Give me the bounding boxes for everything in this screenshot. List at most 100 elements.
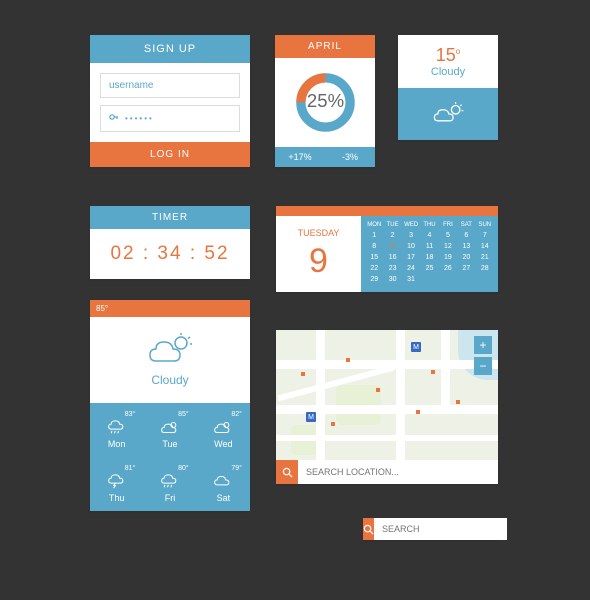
calendar-header-bar: [276, 206, 498, 216]
map-search-input[interactable]: [298, 460, 498, 484]
calendar-day-cell[interactable]: 9: [383, 242, 401, 251]
calendar-day-cell[interactable]: 13: [457, 242, 475, 251]
calendar-rows: 1234567891011121314151617181920212223242…: [365, 231, 494, 284]
weather-big-condition: Cloudy: [151, 373, 188, 387]
calendar-day-cell[interactable]: 31: [402, 275, 420, 284]
forecast-cell[interactable]: 85° Tue: [143, 403, 196, 457]
calendar-day-cell[interactable]: 10: [402, 242, 420, 251]
search-bar: [363, 518, 498, 540]
calendar-day-cell: [439, 275, 457, 284]
password-dots: ••••••: [125, 114, 154, 123]
calendar-day-cell[interactable]: 4: [420, 231, 438, 240]
username-field[interactable]: username: [100, 73, 240, 98]
forecast-day: Mon: [108, 439, 126, 449]
timer-title: TIMER: [90, 206, 250, 229]
forecast-day: Sat: [217, 493, 231, 503]
search-input[interactable]: [374, 518, 507, 540]
search-icon: [363, 524, 374, 535]
calendar-day-cell[interactable]: 15: [365, 253, 383, 262]
calendar-grid: MONTUEWEDTHUFRISATSUN 123456789101112131…: [361, 216, 498, 292]
forecast-cell[interactable]: 83° Mon: [90, 403, 143, 457]
calendar-dow-cell: FRI: [439, 222, 457, 228]
calendar-day-cell[interactable]: 16: [383, 253, 401, 262]
map-card: M M + −: [276, 330, 498, 484]
signup-card: SIGN UP username •••••• LOG IN: [90, 35, 250, 167]
calendar-day-cell[interactable]: 24: [402, 264, 420, 273]
calendar-day-cell[interactable]: 14: [476, 242, 494, 251]
weather-small-icon-area: [398, 88, 498, 140]
zoom-in-button[interactable]: +: [474, 336, 492, 354]
login-button[interactable]: LOG IN: [90, 142, 250, 167]
cloud-sun-icon: [146, 333, 194, 367]
forecast-temp: 80°: [178, 465, 189, 472]
forecast-cell[interactable]: 81°Thu: [90, 457, 143, 511]
calendar-day-cell[interactable]: 18: [420, 253, 438, 262]
metro-icon: M: [411, 342, 421, 352]
calendar-day-cell[interactable]: 7: [476, 231, 494, 240]
weather-big-bar: 85°: [90, 300, 250, 317]
calendar-dow-cell: SUN: [476, 222, 494, 228]
donut-month: APRIL: [275, 35, 375, 58]
donut-minus: -3%: [325, 147, 375, 167]
calendar-big-day: TUESDAY 9: [276, 216, 361, 292]
calendar-dow-cell: MON: [365, 222, 383, 228]
calendar-dow-cell: SAT: [457, 222, 475, 228]
forecast-day: Fri: [165, 493, 176, 503]
calendar-day-cell[interactable]: 17: [402, 253, 420, 262]
calendar-dow-cell: THU: [420, 222, 438, 228]
calendar-day-cell[interactable]: 28: [476, 264, 494, 273]
calendar-day-cell: [476, 275, 494, 284]
calendar-day-cell[interactable]: 25: [420, 264, 438, 273]
forecast-temp: 82°: [231, 411, 242, 418]
map-search-bar: [276, 460, 498, 484]
calendar-dow: MONTUEWEDTHUFRISATSUN: [365, 222, 494, 228]
calendar-day-cell[interactable]: 23: [383, 264, 401, 273]
zoom-out-button[interactable]: −: [474, 357, 492, 375]
calendar-day-cell[interactable]: 21: [476, 253, 494, 262]
calendar-day-cell[interactable]: 12: [439, 242, 457, 251]
weather-small-condition: Cloudy: [398, 66, 498, 78]
calendar-day-cell[interactable]: 19: [439, 253, 457, 262]
calendar-day-cell[interactable]: 8: [365, 242, 383, 251]
forecast-temp: 85°: [178, 411, 189, 418]
timer-card: TIMER 02 : 34 : 52: [90, 206, 250, 279]
calendar-day-cell[interactable]: 22: [365, 264, 383, 273]
calendar-card: TUESDAY 9 MONTUEWEDTHUFRISATSUN 12345678…: [276, 206, 498, 292]
calendar-day-cell[interactable]: 26: [439, 264, 457, 273]
search-icon-button[interactable]: [363, 518, 374, 540]
calendar-day-cell: [457, 275, 475, 284]
calendar-day-cell: [420, 275, 438, 284]
calendar-dow-cell: WED: [402, 222, 420, 228]
forecast-cell[interactable]: 82°Wed: [197, 403, 250, 457]
calendar-daynum: 9: [309, 242, 328, 281]
search-icon-button[interactable]: [276, 460, 298, 484]
forecast-day: Thu: [109, 493, 125, 503]
calendar-day-cell[interactable]: 30: [383, 275, 401, 284]
donut-body: 25%: [275, 58, 375, 147]
weather-small-card: 15o Cloudy: [398, 35, 498, 140]
forecast-cell[interactable]: 79° Sat: [197, 457, 250, 511]
donut-chart: 25%: [293, 70, 358, 135]
donut-plus: +17%: [275, 147, 325, 167]
forecast-temp: 83°: [125, 411, 136, 418]
calendar-dayname: TUESDAY: [298, 228, 340, 238]
calendar-dow-cell: TUE: [383, 222, 401, 228]
weather-big-main: Cloudy: [90, 317, 250, 403]
forecast-day: Tue: [162, 439, 177, 449]
map-area[interactable]: M M + −: [276, 330, 498, 460]
password-field[interactable]: ••••••: [100, 105, 240, 132]
calendar-day-cell[interactable]: 3: [402, 231, 420, 240]
calendar-day-cell[interactable]: 2: [383, 231, 401, 240]
calendar-day-cell[interactable]: 20: [457, 253, 475, 262]
calendar-day-cell[interactable]: 6: [457, 231, 475, 240]
calendar-day-cell[interactable]: 5: [439, 231, 457, 240]
timer-value: 02 : 34 : 52: [90, 229, 250, 279]
forecast-cell[interactable]: 80° Fri: [143, 457, 196, 511]
calendar-day-cell[interactable]: 11: [420, 242, 438, 251]
metro-icon: M: [306, 412, 316, 422]
donut-card: APRIL 25% +17% -3%: [275, 35, 375, 167]
calendar-day-cell[interactable]: 27: [457, 264, 475, 273]
calendar-day-cell[interactable]: 29: [365, 275, 383, 284]
forecast-temp: 79°: [231, 465, 242, 472]
calendar-day-cell[interactable]: 1: [365, 231, 383, 240]
